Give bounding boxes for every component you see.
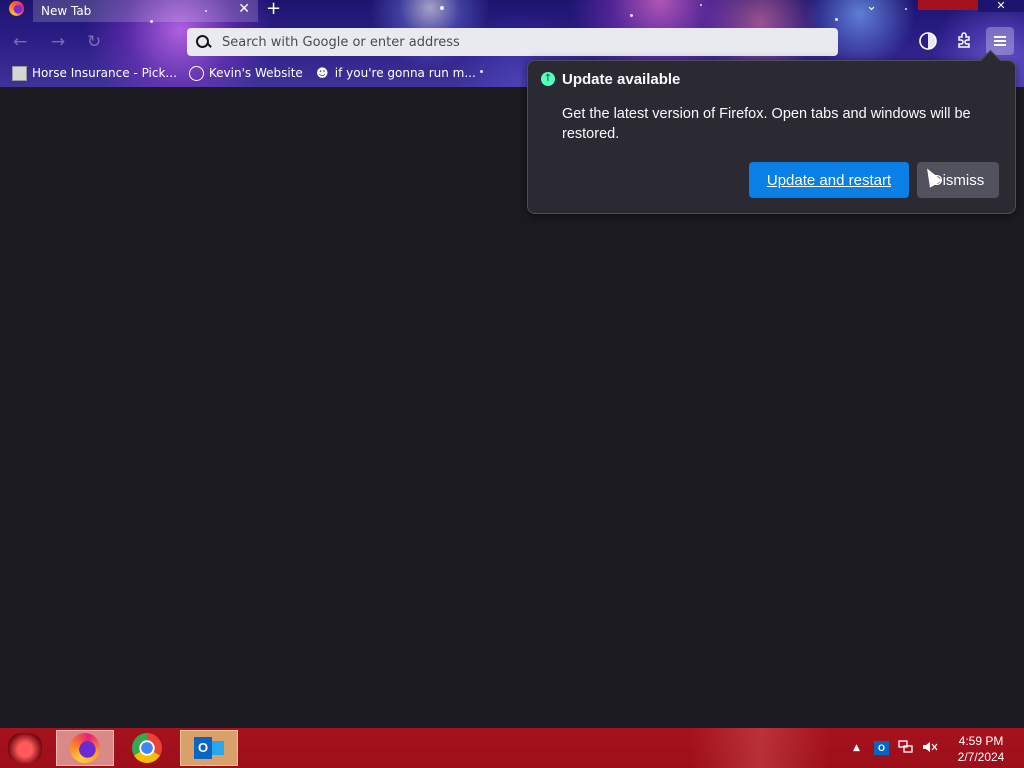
- firework-spark: [835, 18, 838, 21]
- globe-icon: [188, 65, 204, 81]
- tray-outlook-icon[interactable]: O: [874, 741, 889, 755]
- bookmark-horse-insurance[interactable]: Horse Insurance - Pick...: [12, 65, 177, 81]
- taskbar-decoration: [690, 728, 830, 768]
- firefox-icon[interactable]: [9, 1, 24, 16]
- popup-title: Update available: [562, 71, 681, 88]
- address-bar[interactable]: [187, 28, 838, 56]
- outlook-icon: O: [194, 735, 224, 761]
- firework-spark: [630, 14, 633, 17]
- update-arrow-icon: ↑: [541, 72, 555, 86]
- window-minimize-button[interactable]: [918, 0, 978, 10]
- tab-new-tab[interactable]: New Tab ✕: [33, 0, 258, 22]
- show-hidden-icons-button[interactable]: ▲: [853, 743, 860, 753]
- firework-spark: [700, 4, 702, 6]
- window-close-button[interactable]: ✕: [978, 0, 1024, 12]
- clock-date: 2/7/2024: [957, 750, 1005, 764]
- tab-title: New Tab: [41, 4, 92, 18]
- firework-spark: [480, 70, 483, 73]
- update-available-popup: ↑ Update available Get the latest versio…: [527, 60, 1016, 214]
- taskbar-outlook[interactable]: O: [180, 730, 238, 766]
- account-icon[interactable]: [917, 31, 939, 53]
- update-and-restart-button[interactable]: Update and restart: [749, 162, 909, 198]
- firework-spark: [440, 6, 444, 10]
- forward-button[interactable]: →: [51, 32, 65, 52]
- menu-icon: [994, 36, 1006, 38]
- address-input[interactable]: [222, 34, 782, 50]
- mask-favicon-icon: ☻: [316, 66, 329, 80]
- system-clock[interactable]: 4:59 PM 2/7/2024: [950, 733, 1012, 765]
- back-button[interactable]: ←: [13, 32, 27, 52]
- taskbar: O ▲ O 4:59 PM 2/7/2024: [0, 728, 1024, 768]
- horse-favicon-icon: [12, 65, 27, 81]
- network-icon[interactable]: [898, 740, 914, 757]
- clock-time: 4:59 PM: [958, 734, 1004, 748]
- volume-muted-icon[interactable]: [922, 740, 938, 757]
- bookmark-label: if you're gonna run m...: [334, 66, 476, 80]
- firework-spark: [905, 8, 907, 10]
- close-tab-icon[interactable]: ✕: [238, 1, 250, 17]
- search-icon: [196, 35, 210, 49]
- firefox-icon: [70, 733, 100, 763]
- list-all-tabs-icon[interactable]: ⌄: [866, 0, 877, 14]
- start-button[interactable]: [8, 733, 42, 763]
- popup-message: Get the latest version of Firefox. Open …: [562, 106, 971, 142]
- taskbar-chrome[interactable]: [118, 730, 176, 766]
- bookmark-label: Horse Insurance - Pick...: [32, 66, 177, 80]
- bookmark-kevins-website[interactable]: Kevin's Website: [188, 65, 303, 81]
- reload-button[interactable]: ↻: [87, 32, 101, 52]
- new-tab-button[interactable]: +: [266, 0, 281, 19]
- bookmarks-toolbar: Horse Insurance - Pick... Kevin's Websit…: [0, 62, 476, 84]
- bookmark-label: Kevin's Website: [208, 66, 303, 80]
- chrome-icon: [132, 733, 162, 763]
- taskbar-firefox[interactable]: [56, 730, 114, 766]
- bookmark-gonna-run[interactable]: ☻ if you're gonna run m...: [315, 66, 476, 81]
- extensions-icon[interactable]: [953, 31, 975, 53]
